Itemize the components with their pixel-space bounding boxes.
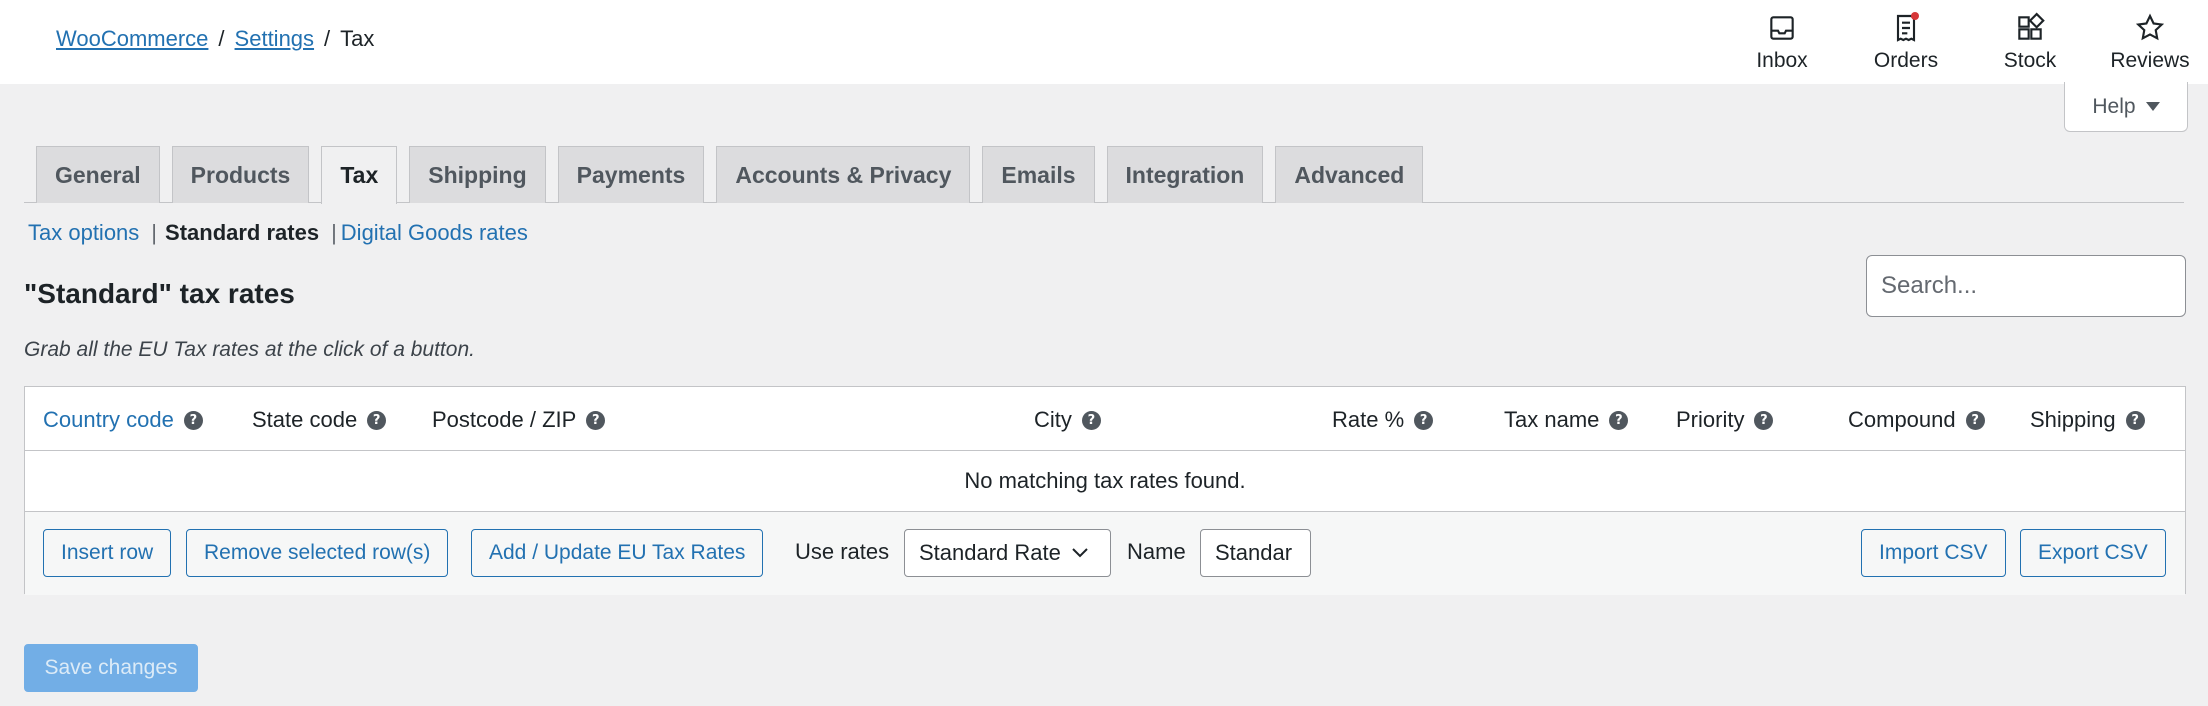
- empty-table-message: No matching tax rates found.: [25, 451, 2185, 512]
- column-postcode: Postcode / ZIP ?: [432, 407, 606, 433]
- column-label: Compound: [1848, 407, 1956, 432]
- help-tip-icon[interactable]: ?: [1414, 410, 1434, 430]
- subnav-digital-goods-rates[interactable]: Digital Goods rates: [341, 220, 528, 246]
- tab-general[interactable]: General: [36, 146, 160, 203]
- help-tip-icon[interactable]: ?: [1754, 410, 1774, 430]
- subnav-separator: |: [151, 220, 158, 245]
- subnav-standard-rates[interactable]: Standard rates: [165, 220, 319, 246]
- use-rates-select[interactable]: Standard Rate: [904, 529, 1111, 577]
- tab-payments[interactable]: Payments: [557, 146, 705, 203]
- import-csv-button[interactable]: Import CSV: [1861, 529, 2006, 577]
- tax-section-nav: Tax options | Standard rates | Digital G…: [28, 220, 528, 246]
- column-label: Rate %: [1332, 407, 1405, 432]
- activity-reviews-label: Reviews: [2110, 49, 2190, 72]
- column-label: Priority: [1676, 407, 1745, 432]
- help-tip-icon[interactable]: ?: [183, 410, 203, 430]
- page-title: "Standard" tax rates: [24, 278, 295, 309]
- table-header-row: Country code ? State code ? Postcode / Z…: [25, 387, 2185, 451]
- export-csv-button[interactable]: Export CSV: [2020, 529, 2166, 577]
- column-tax-name: Tax name ?: [1504, 407, 1629, 433]
- column-country-code[interactable]: Country code ?: [43, 407, 203, 433]
- activity-orders-label: Orders: [1873, 49, 1939, 72]
- column-label: City: [1034, 407, 1072, 432]
- column-state-code: State code ?: [252, 407, 387, 433]
- breadcrumb-settings-link[interactable]: Settings: [235, 26, 315, 52]
- activity-stock-label: Stock: [2003, 49, 2057, 72]
- help-tip-icon[interactable]: ?: [1609, 410, 1629, 430]
- activity-panel-tabs: Inbox Orders Stock Reviews: [1720, 0, 2208, 84]
- tab-accounts-privacy[interactable]: Accounts & Privacy: [716, 146, 971, 203]
- table-footer-actions: Insert row Remove selected row(s) Add / …: [25, 512, 2185, 595]
- insert-row-button[interactable]: Insert row: [43, 529, 172, 577]
- column-city: City ?: [1034, 407, 1101, 433]
- chevron-down-icon: [2145, 102, 2160, 111]
- remove-selected-rows-button[interactable]: Remove selected row(s): [186, 529, 449, 577]
- column-shipping: Shipping ?: [2030, 407, 2145, 433]
- tab-emails[interactable]: Emails: [982, 146, 1095, 203]
- column-label: Shipping: [2030, 407, 2116, 432]
- breadcrumb-current: Tax: [340, 26, 375, 51]
- column-label: Tax name: [1504, 407, 1600, 432]
- column-label: Postcode / ZIP: [432, 407, 577, 432]
- rate-name-input[interactable]: Standar: [1200, 529, 1311, 577]
- column-priority: Priority ?: [1676, 407, 1774, 433]
- chevron-down-icon: [1071, 547, 1089, 559]
- help-tip-icon[interactable]: ?: [2125, 410, 2145, 430]
- use-rates-value: Standard Rate: [919, 540, 1061, 565]
- help-tip-icon[interactable]: ?: [367, 410, 387, 430]
- breadcrumb-separator: /: [218, 26, 225, 51]
- use-rates-label: Use rates: [795, 539, 890, 564]
- column-label: Country code: [43, 407, 174, 432]
- inbox-icon: [1765, 11, 1799, 45]
- reviews-icon: [2133, 11, 2167, 45]
- activity-inbox-label: Inbox: [1756, 49, 1808, 72]
- tab-integration[interactable]: Integration: [1106, 146, 1264, 203]
- page-description: Grab all the EU Tax rates at the click o…: [24, 338, 475, 361]
- column-label: State code: [252, 407, 358, 432]
- activity-orders-button[interactable]: Orders: [1844, 0, 1968, 84]
- help-tip-icon[interactable]: ?: [1081, 410, 1101, 430]
- activity-stock-button[interactable]: Stock: [1968, 0, 2092, 84]
- stock-icon: [2013, 11, 2047, 45]
- breadcrumb-woocommerce-link[interactable]: WooCommerce: [56, 26, 208, 52]
- save-changes-button[interactable]: Save changes: [24, 644, 198, 692]
- tab-advanced[interactable]: Advanced: [1275, 146, 1424, 203]
- activity-inbox-button[interactable]: Inbox: [1720, 0, 1844, 84]
- help-tip-icon[interactable]: ?: [1965, 410, 1985, 430]
- subnav-separator: |: [331, 220, 337, 245]
- tab-shipping[interactable]: Shipping: [409, 146, 546, 203]
- add-update-eu-tax-rates-button[interactable]: Add / Update EU Tax Rates: [471, 529, 764, 577]
- activity-reviews-button[interactable]: Reviews: [2092, 0, 2208, 84]
- top-header-bar: WooCommerce / Settings / Tax Inbox Order…: [0, 0, 2208, 84]
- name-label: Name: [1127, 539, 1186, 564]
- search-input[interactable]: Search...: [1866, 255, 2186, 317]
- tab-products[interactable]: Products: [171, 146, 310, 203]
- breadcrumb: WooCommerce / Settings / Tax: [56, 26, 374, 52]
- tab-tax[interactable]: Tax: [321, 146, 398, 204]
- help-label: Help: [2092, 94, 2136, 118]
- tax-rates-table: Country code ? State code ? Postcode / Z…: [24, 386, 2186, 595]
- settings-tabs: General Products Tax Shipping Payments A…: [36, 146, 1435, 204]
- subnav-tax-options[interactable]: Tax options: [28, 220, 139, 246]
- help-tip-icon[interactable]: ?: [586, 410, 606, 430]
- orders-notification-dot: [1911, 12, 1919, 20]
- column-compound: Compound ?: [1848, 407, 1985, 433]
- orders-icon: [1889, 11, 1923, 45]
- column-rate: Rate % ?: [1332, 407, 1434, 433]
- breadcrumb-separator: /: [324, 26, 331, 51]
- help-button[interactable]: Help: [2064, 82, 2188, 132]
